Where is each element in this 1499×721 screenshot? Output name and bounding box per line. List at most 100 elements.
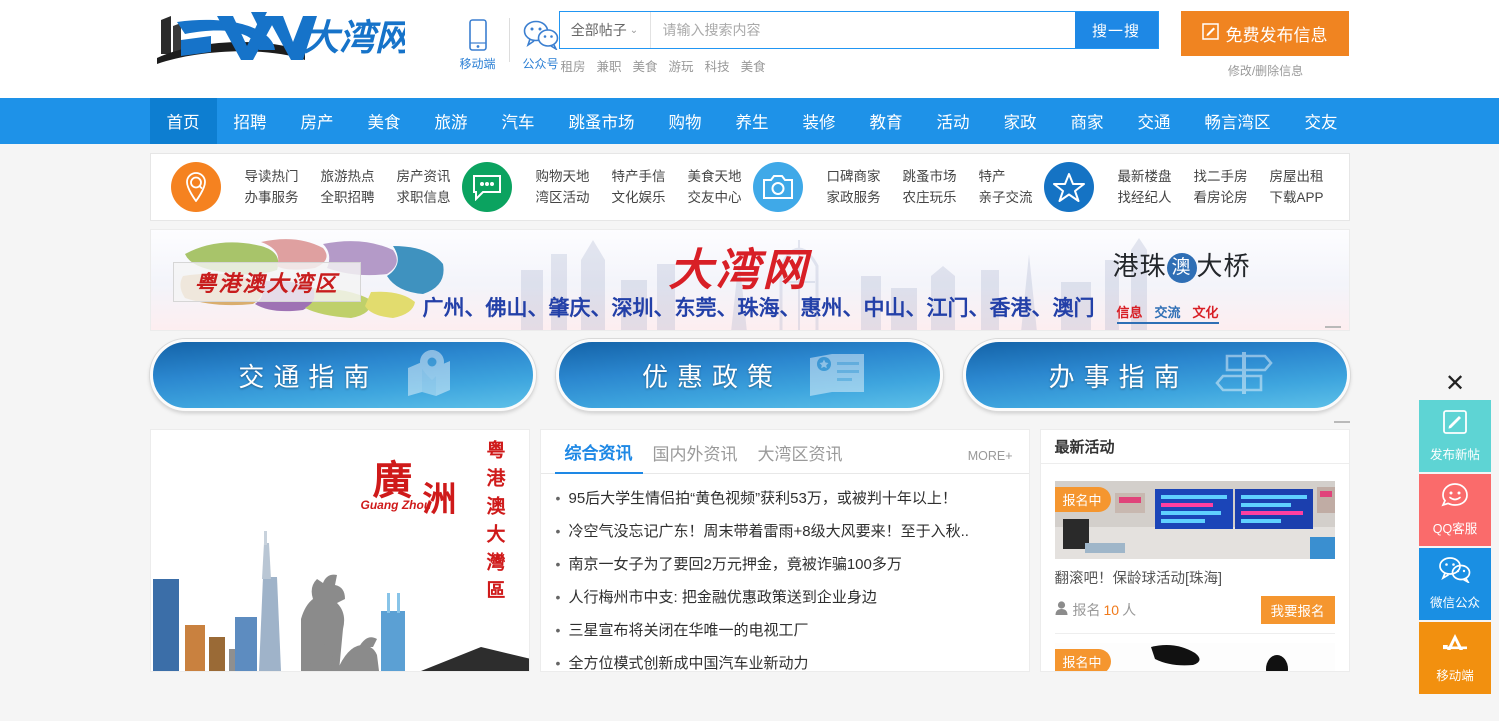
nav-item-3[interactable]: 美食 — [351, 98, 418, 144]
status-badge: 报名中 — [1054, 649, 1111, 671]
site-logo[interactable]: 大湾网 — [155, 6, 405, 68]
tab-bay-area-news[interactable]: 大湾区资讯 — [748, 440, 853, 473]
news-item[interactable]: 95后大学生情侣拍“黄色视频”获利53万，或被判十年以上！ — [555, 482, 1015, 515]
nav-item-6[interactable]: 跳蚤市场 — [552, 98, 652, 144]
news-more-link[interactable]: MORE+ — [968, 449, 1013, 463]
star-icon[interactable] — [1043, 162, 1094, 212]
activities-title: 最新活动 — [1040, 430, 1349, 464]
nav-item-10[interactable]: 教育 — [853, 98, 920, 144]
quick-link[interactable]: 家政服务 — [816, 187, 892, 208]
activity-signup-button[interactable]: 我要报名 — [1260, 596, 1335, 624]
guangzhou-photo-card[interactable]: 廣 洲 Guang Zhou 粤港澳大灣區 — [149, 429, 530, 672]
search-input[interactable] — [650, 12, 1075, 48]
activity-thumbnail[interactable]: 报名中 — [1054, 481, 1335, 559]
tab-domestic-international-news[interactable]: 国内外资讯 — [643, 440, 748, 473]
quick-link[interactable]: 交友中心 — [677, 187, 753, 208]
quick-link[interactable]: 湾区活动 — [525, 187, 601, 208]
quick-link[interactable]: 找二手房 — [1183, 166, 1259, 187]
feature-button-preferential-policy[interactable]: 优惠政策 — [556, 339, 943, 411]
float-button-label: 发布新帖 — [1429, 448, 1480, 462]
nav-item-1[interactable]: 招聘 — [217, 98, 284, 144]
feature-button-service-guide[interactable]: 办事指南 — [962, 339, 1350, 411]
quick-link-column: 特产 亲子交流 — [968, 166, 1044, 208]
float-button-qq-service[interactable]: QQ客服 — [1419, 474, 1491, 546]
nav-item-15[interactable]: 畅言湾区 — [1188, 98, 1288, 144]
nav-item-5[interactable]: 汽车 — [485, 98, 552, 144]
bridge-text-circle: 澳 — [1166, 253, 1197, 283]
nav-item-8[interactable]: 养生 — [719, 98, 786, 144]
nav-item-9[interactable]: 装修 — [786, 98, 853, 144]
news-item[interactable]: 全方位模式创新成中国汽车业新动力 — [555, 647, 1015, 671]
quick-link[interactable]: 美食天地 — [677, 166, 753, 187]
chat-bubble-icon[interactable] — [461, 162, 512, 212]
hot-tag[interactable]: 科技 — [705, 56, 730, 75]
quick-link[interactable]: 导读热门 — [234, 166, 310, 187]
nav-item-11[interactable]: 活动 — [920, 98, 987, 144]
banner-collapse-handle[interactable] — [1324, 326, 1341, 328]
hot-tag[interactable]: 租房 — [561, 56, 586, 75]
hot-tag[interactable]: 美食 — [741, 56, 766, 75]
banner-tag-info[interactable]: 信息 — [1117, 302, 1143, 321]
pills-collapse-handle[interactable] — [1333, 421, 1350, 423]
quick-link[interactable]: 特产 — [968, 166, 1044, 187]
quick-link[interactable]: 房屋出租 — [1259, 166, 1335, 187]
banner-tag-culture[interactable]: 文化 — [1193, 302, 1219, 321]
quick-link-block-2: 口碑商家 家政服务 跳蚤市场 农庄玩乐 特产 亲子交流 — [752, 162, 1044, 212]
nav-item-14[interactable]: 交通 — [1121, 98, 1188, 144]
qq-smiley-icon — [1441, 483, 1469, 514]
floating-toolbar: ✕ 发布新帖 QQ客服 微信公众 移动端 — [1415, 370, 1495, 694]
quick-link[interactable]: 最新楼盘 — [1107, 166, 1183, 187]
activities-body: 报名中 翻滚吧！保龄球活动[珠海] 报名 10 人 我要报名 报名中 — [1041, 464, 1349, 671]
quick-link[interactable]: 房产资讯 — [386, 166, 462, 187]
modify-delete-info-link[interactable]: 修改/删除信息 — [1181, 62, 1351, 79]
quick-link[interactable]: 购物天地 — [525, 166, 601, 187]
nav-item-2[interactable]: 房产 — [284, 98, 351, 144]
close-icon[interactable]: ✕ — [1415, 370, 1495, 398]
quick-link-columns: 口碑商家 家政服务 跳蚤市场 农庄玩乐 特产 亲子交流 — [816, 166, 1044, 208]
quick-link[interactable]: 办事服务 — [234, 187, 310, 208]
news-item[interactable]: 冷空气没忘记广东！周末带着雷雨+8级大风要来！至于入秋.. — [555, 515, 1015, 548]
qr-item-mobile[interactable]: 移动端 — [453, 16, 503, 72]
quick-link[interactable]: 求职信息 — [386, 187, 462, 208]
camera-icon[interactable] — [752, 162, 803, 212]
news-item[interactable]: 南京一女子为了要回2万元押金，竟被诈骗100多万 — [555, 548, 1015, 581]
nav-item-4[interactable]: 旅游 — [418, 98, 485, 144]
quick-link[interactable]: 跳蚤市场 — [892, 166, 968, 187]
quick-link[interactable]: 特产手信 — [601, 166, 677, 187]
float-button-mobile-app[interactable]: 移动端 — [1419, 622, 1491, 694]
activity-title[interactable]: 翻滚吧！保龄球活动[珠海] — [1055, 567, 1335, 588]
quick-link[interactable]: 农庄玩乐 — [892, 187, 968, 208]
quick-link[interactable]: 文化娱乐 — [601, 187, 677, 208]
hot-tag[interactable]: 兼职 — [597, 56, 622, 75]
quick-link[interactable]: 旅游热点 — [310, 166, 386, 187]
greater-bay-banner[interactable]: 粤港澳大湾区 大湾网 广州、佛山、肇庆、深圳、东莞、珠海、惠州、中山、江门、香港… — [149, 229, 1350, 331]
quick-link[interactable]: 下载APP — [1259, 187, 1335, 208]
nav-item-0[interactable]: 首页 — [149, 98, 217, 144]
nav-item-12[interactable]: 家政 — [987, 98, 1054, 144]
quick-link[interactable]: 找经纪人 — [1107, 187, 1183, 208]
quick-link[interactable]: 口碑商家 — [816, 166, 892, 187]
search-category-select[interactable]: 全部帖子 ⌄ — [559, 12, 651, 48]
news-item[interactable]: 三星宣布将关闭在华唯一的电视工厂 — [555, 614, 1015, 647]
search-button[interactable]: 搜一搜 — [1074, 12, 1158, 48]
activity-thumbnail[interactable]: 报名中 — [1054, 643, 1335, 671]
nav-item-13[interactable]: 商家 — [1054, 98, 1121, 144]
float-button-new-post[interactable]: 发布新帖 — [1419, 400, 1491, 472]
activity-card[interactable]: 报名中 — [1054, 633, 1335, 671]
quick-link[interactable]: 全职招聘 — [310, 187, 386, 208]
hot-tag[interactable]: 美食 — [633, 56, 658, 75]
quick-link[interactable]: 亲子交流 — [968, 187, 1044, 208]
publish-free-info-button[interactable]: 免费发布信息 — [1180, 11, 1349, 56]
search-category-label: 全部帖子 — [570, 22, 627, 38]
tab-comprehensive-news[interactable]: 综合资讯 — [554, 439, 643, 474]
banner-tag-exchange[interactable]: 交流 — [1155, 302, 1181, 321]
news-item[interactable]: 人行梅州市中支: 把金融优惠政策送到企业身边 — [555, 581, 1015, 614]
location-pin-icon[interactable] — [170, 162, 221, 212]
nav-item-7[interactable]: 购物 — [652, 98, 719, 144]
hot-tag[interactable]: 游玩 — [669, 56, 694, 75]
float-button-wechat[interactable]: 微信公众 — [1419, 548, 1491, 620]
quick-link[interactable]: 看房论房 — [1183, 187, 1259, 208]
nav-item-16[interactable]: 交友 — [1288, 98, 1355, 144]
activity-card[interactable]: 报名中 — [1054, 472, 1335, 624]
feature-button-traffic-guide[interactable]: 交通指南 — [149, 339, 537, 411]
